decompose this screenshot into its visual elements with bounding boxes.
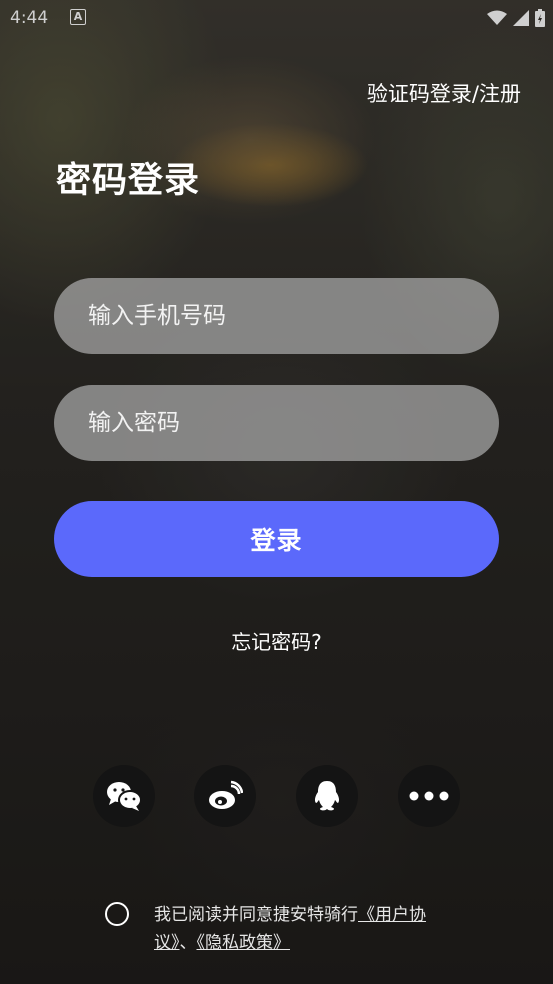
wechat-login-button[interactable]: [93, 765, 155, 827]
background-overlay: [0, 0, 553, 984]
notification-a-icon: A: [70, 9, 86, 25]
weibo-icon: [209, 780, 243, 809]
agreement-separator: 、: [179, 933, 197, 953]
more-icon: [409, 791, 449, 801]
password-input[interactable]: [86, 409, 470, 437]
battery-icon: [535, 9, 545, 27]
page-title: 密码登录: [56, 161, 201, 201]
wifi-icon: [487, 10, 507, 25]
agreement-checkbox[interactable]: [105, 902, 129, 926]
privacy-policy-link[interactable]: 《隐私政策》: [197, 933, 291, 953]
sms-login-register-link[interactable]: 验证码登录/注册: [367, 78, 521, 108]
phone-field[interactable]: [54, 278, 499, 354]
password-field[interactable]: [54, 385, 499, 461]
wechat-icon: [107, 782, 142, 811]
forgot-password-link[interactable]: 忘记密码?: [0, 626, 553, 655]
agreement-text: 我已阅读并同意捷安特骑行《用户协议》、《隐私政策》: [154, 901, 464, 957]
qq-login-button[interactable]: [296, 765, 358, 827]
agreement-prefix: 我已阅读并同意捷安特骑行: [154, 905, 358, 925]
login-button[interactable]: 登录: [54, 501, 499, 577]
more-login-button[interactable]: [398, 765, 460, 827]
phone-input[interactable]: [86, 302, 470, 330]
weibo-login-button[interactable]: [194, 765, 256, 827]
status-icons: [487, 9, 545, 27]
signal-icon: [513, 10, 529, 26]
qq-icon: [314, 781, 340, 811]
status-time: 4:44: [10, 8, 49, 28]
status-bar: 4:44 A: [0, 0, 553, 36]
